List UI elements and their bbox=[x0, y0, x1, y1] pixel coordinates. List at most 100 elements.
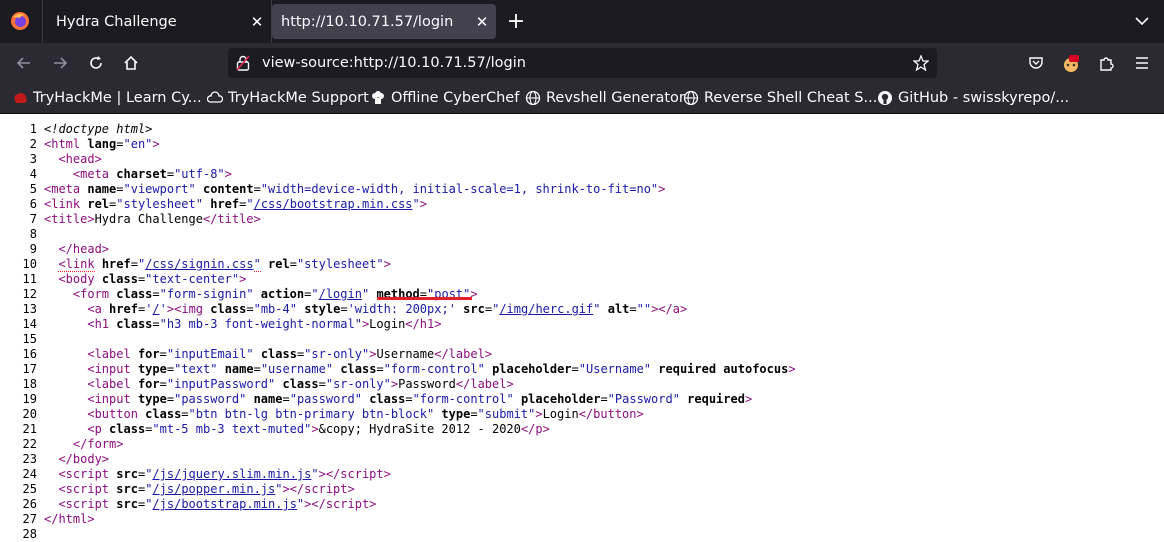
cloud-icon bbox=[206, 89, 224, 107]
line-number: 26 bbox=[22, 497, 37, 511]
github-icon bbox=[876, 89, 894, 107]
tab-label: Hydra Challenge bbox=[56, 13, 177, 30]
method-post-annotation-underline bbox=[377, 297, 472, 300]
line-number: 15 bbox=[22, 332, 37, 346]
source-line: 16 <label for="inputEmail" class="sr-onl… bbox=[0, 347, 492, 362]
chef-hat-icon bbox=[369, 89, 387, 107]
line-number: 7 bbox=[29, 212, 37, 226]
extensions-puzzle-icon[interactable] bbox=[1092, 49, 1120, 77]
insecure-lock-icon[interactable] bbox=[234, 54, 252, 72]
line-number: 6 bbox=[29, 197, 37, 211]
bookmark-label: Reverse Shell Cheat S... bbox=[704, 90, 878, 106]
thm-icon bbox=[11, 89, 29, 107]
bookmark-label: Revshell Generator bbox=[546, 90, 685, 106]
home-icon[interactable] bbox=[117, 49, 145, 77]
hamburger-menu-icon[interactable] bbox=[1128, 49, 1156, 77]
extension-foxy-icon[interactable] bbox=[1057, 49, 1085, 77]
line-number: 25 bbox=[22, 482, 37, 496]
source-line: 23 </body> bbox=[0, 452, 109, 467]
line-number: 18 bbox=[22, 377, 37, 391]
line-number: 28 bbox=[22, 527, 37, 541]
back-arrow-icon[interactable] bbox=[10, 49, 38, 77]
bookmark-item[interactable]: GitHub - swisskyrepo/... bbox=[876, 83, 1069, 113]
bookmark-item[interactable]: Revshell Generator bbox=[524, 83, 685, 113]
source-line: 24 <script src="/js/jquery.slim.min.js">… bbox=[0, 467, 391, 482]
forward-arrow-icon[interactable] bbox=[46, 49, 74, 77]
source-line: 18 <label for="inputPassword" class="sr-… bbox=[0, 377, 514, 392]
tab-label: http://10.10.71.57/login bbox=[281, 13, 454, 30]
source-line: 26 <script src="/js/bootstrap.min.js"></… bbox=[0, 497, 377, 512]
chevron-down-icon[interactable] bbox=[1132, 10, 1152, 32]
source-line: 11 <body class="text-center"> bbox=[0, 272, 247, 287]
line-number: 23 bbox=[22, 452, 37, 466]
new-tab-plus-icon[interactable]: + bbox=[503, 8, 529, 34]
line-number: 16 bbox=[22, 347, 37, 361]
view-source-content[interactable]: 1 <!doctype html> 2 <html lang="en"> 3 <he… bbox=[0, 114, 1164, 542]
line-number: 5 bbox=[29, 182, 37, 196]
source-line: 15 bbox=[0, 332, 37, 347]
line-number: 27 bbox=[22, 512, 37, 526]
source-line: 27 </html> bbox=[0, 512, 95, 527]
source-line: 17 <input type="text" name="username" cl… bbox=[0, 362, 796, 377]
line-number: 1 bbox=[29, 122, 37, 136]
navigation-toolbar: view-source:http://10.10.71.57/login bbox=[0, 43, 1164, 83]
globe-icon bbox=[524, 89, 542, 107]
tab-bar: Hydra Challenge ✕ http://10.10.71.57/log… bbox=[0, 0, 1164, 43]
source-line: 1 <!doctype html> bbox=[0, 122, 153, 137]
close-icon[interactable]: ✕ bbox=[468, 8, 496, 36]
line-number: 22 bbox=[22, 437, 37, 451]
source-line: 28 bbox=[0, 527, 37, 542]
source-line: 10 <link href="/css/signin.css" rel="sty… bbox=[0, 257, 391, 272]
bookmark-item[interactable]: TryHackMe Support bbox=[206, 83, 369, 113]
bookmark-label: Offline CyberChef bbox=[391, 90, 520, 106]
line-number: 14 bbox=[22, 317, 37, 331]
line-number: 9 bbox=[29, 242, 37, 256]
source-line: 25 <script src="/js/popper.min.js"></scr… bbox=[0, 482, 355, 497]
tab-hydra-challenge[interactable]: Hydra Challenge ✕ bbox=[42, 0, 272, 43]
bookmark-star-icon[interactable] bbox=[911, 53, 931, 73]
line-number: 17 bbox=[22, 362, 37, 376]
line-number: 12 bbox=[22, 287, 37, 301]
line-number: 3 bbox=[29, 152, 37, 166]
line-number: 11 bbox=[22, 272, 37, 286]
source-line: 22 </form> bbox=[0, 437, 124, 452]
reload-icon[interactable] bbox=[82, 49, 110, 77]
line-number: 20 bbox=[22, 407, 37, 421]
line-number: 13 bbox=[22, 302, 37, 316]
line-number: 19 bbox=[22, 392, 37, 406]
line-number: 2 bbox=[29, 137, 37, 151]
source-line: 9 </head> bbox=[0, 242, 109, 257]
bookmark-item[interactable]: Reverse Shell Cheat S... bbox=[682, 83, 877, 113]
firefox-icon[interactable] bbox=[8, 9, 32, 33]
bookmark-label: GitHub - swisskyrepo/... bbox=[898, 90, 1070, 106]
source-line: 13 <a href='/'><img class="mb-4" style='… bbox=[0, 302, 688, 317]
tab-view-source[interactable]: http://10.10.71.57/login ✕ bbox=[272, 4, 496, 39]
source-line: 8 bbox=[0, 227, 37, 242]
globe-icon bbox=[682, 89, 700, 107]
line-number: 10 bbox=[22, 257, 37, 271]
line-number: 21 bbox=[22, 422, 37, 436]
line-number: 24 bbox=[22, 467, 37, 481]
source-line: 2 <html lang="en"> bbox=[0, 137, 160, 152]
url-text[interactable]: view-source:http://10.10.71.57/login bbox=[262, 53, 526, 73]
source-line: 12 <form class="form-signin" action="/lo… bbox=[0, 287, 478, 302]
pocket-icon[interactable] bbox=[1022, 49, 1050, 77]
source-line: 14 <h1 class="h3 mb-3 font-weight-normal… bbox=[0, 317, 442, 332]
url-bar[interactable]: view-source:http://10.10.71.57/login bbox=[228, 48, 937, 78]
source-line: 21 <p class="mt-5 mb-3 text-muted">&copy… bbox=[0, 422, 550, 437]
bookmark-label: TryHackMe | Learn Cy... bbox=[33, 90, 202, 106]
source-line: 7 <title>Hydra Challenge</title> bbox=[0, 212, 261, 227]
source-line: 4 <meta charset="utf-8"> bbox=[0, 167, 232, 182]
bookmark-item[interactable]: TryHackMe | Learn Cy... bbox=[11, 83, 202, 113]
source-line: 19 <input type="password" name="password… bbox=[0, 392, 753, 407]
bookmarks-toolbar: TryHackMe | Learn Cy... TryHackMe Suppor… bbox=[0, 83, 1164, 114]
bookmark-label: TryHackMe Support bbox=[228, 90, 369, 106]
line-number: 4 bbox=[29, 167, 37, 181]
source-line: 20 <button class="btn btn-lg btn-primary… bbox=[0, 407, 644, 422]
line-number: 8 bbox=[29, 227, 37, 241]
bookmark-item[interactable]: Offline CyberChef bbox=[369, 83, 519, 113]
source-line: 3 <head> bbox=[0, 152, 102, 167]
source-line: 5 <meta name="viewport" content="width=de… bbox=[0, 182, 666, 197]
source-line: 6 <link rel="stylesheet" href="/css/boots… bbox=[0, 197, 427, 212]
close-icon[interactable]: ✕ bbox=[243, 8, 271, 36]
